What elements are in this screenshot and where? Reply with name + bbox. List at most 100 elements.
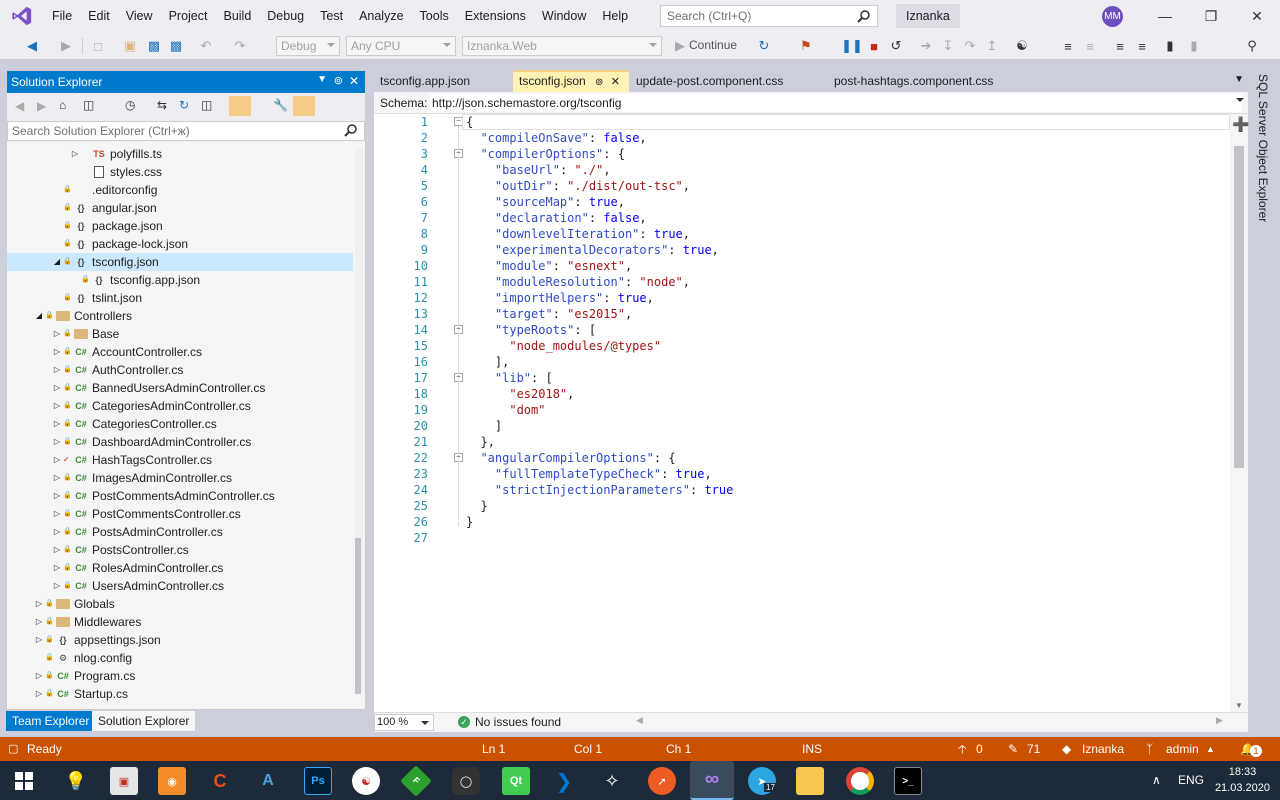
close-tab-icon[interactable]: ✕ xyxy=(611,76,620,88)
vscode-icon[interactable]: ❯ xyxy=(550,767,578,795)
expand-arrow-icon[interactable]: ▷ xyxy=(51,433,63,451)
save-icon[interactable]: ▩ xyxy=(146,38,162,54)
command-prompt-icon[interactable]: >_ xyxy=(894,767,922,795)
unpushed-commits-count[interactable]: 0 xyxy=(976,741,983,757)
pending-changes-count[interactable]: 71 xyxy=(1027,741,1040,757)
tray-expand-icon[interactable]: ∧ xyxy=(1152,773,1161,787)
terminal-app-icon[interactable]: ◯ xyxy=(452,767,480,795)
collapse-arrow-icon[interactable]: ◢ xyxy=(33,307,45,325)
new-project-icon[interactable]: □ xyxy=(90,38,106,54)
home-icon[interactable]: ⌂ xyxy=(59,98,66,112)
branch-dropdown-icon[interactable]: ▲ xyxy=(1206,741,1215,757)
bookmark-icon[interactable]: ▮ xyxy=(1162,38,1178,54)
tree-item[interactable]: ▷ 🔒 Globals xyxy=(7,595,353,613)
photoshop-icon[interactable]: Ps xyxy=(304,767,332,795)
forward-icon[interactable]: ▶ xyxy=(58,38,74,54)
tree-item[interactable]: ▷ 🔒 C# PostsController.cs xyxy=(7,541,353,559)
pin-icon[interactable]: ⊚ xyxy=(334,74,343,87)
browser-link-icon[interactable]: ⚑ xyxy=(798,38,814,54)
zoom-select[interactable]: 100 % xyxy=(374,714,434,731)
code-line[interactable]: "strictInjectionParameters": true xyxy=(466,482,733,498)
editor-scrollbar-thumb[interactable] xyxy=(1234,146,1244,468)
preview-selected-icon[interactable] xyxy=(293,96,315,116)
fold-collapse-icon[interactable]: − xyxy=(454,117,463,126)
expand-arrow-icon[interactable]: ▷ xyxy=(51,325,63,343)
tree-item[interactable]: ◢ 🔒 {} tsconfig.json xyxy=(7,253,353,271)
menu-view[interactable]: View xyxy=(118,0,161,32)
tab-update-post-component-css[interactable]: update-post.component.css xyxy=(630,70,828,92)
step-over-icon[interactable]: ↷ xyxy=(962,38,978,54)
expand-arrow-icon[interactable]: ▷ xyxy=(51,559,63,577)
expand-arrow-icon[interactable]: ▷ xyxy=(51,487,63,505)
pending-changes-icon[interactable]: ◷ xyxy=(125,98,135,112)
input-language[interactable]: ENG xyxy=(1178,773,1204,787)
solution-configuration-select[interactable]: Debug xyxy=(276,36,340,56)
file-explorer-icon[interactable] xyxy=(796,767,824,795)
visual-studio-logo-icon[interactable] xyxy=(0,0,44,32)
back-icon[interactable]: ◀ xyxy=(24,38,40,54)
code-line[interactable]: "importHelpers": true, xyxy=(466,290,654,306)
menu-extensions[interactable]: Extensions xyxy=(457,0,534,32)
expand-arrow-icon[interactable]: ▷ xyxy=(69,145,81,163)
code-line[interactable]: "baseUrl": "./", xyxy=(466,162,611,178)
redo-icon[interactable]: ↷ xyxy=(232,38,248,54)
expand-arrow-icon[interactable]: ▷ xyxy=(51,523,63,541)
expand-arrow-icon[interactable]: ▷ xyxy=(33,595,45,613)
show-all-files-icon[interactable] xyxy=(229,96,251,116)
tree-item[interactable]: ▷ 🔒 C# AccountController.cs xyxy=(7,343,353,361)
step-out-icon[interactable]: ↥ xyxy=(984,38,1000,54)
forward-icon[interactable]: ▶ xyxy=(37,99,46,113)
code-line[interactable]: "moduleResolution": "node", xyxy=(466,274,690,290)
scroll-down-icon[interactable]: ▼ xyxy=(1235,701,1243,710)
code-line[interactable]: "es2018", xyxy=(466,386,574,402)
schema-select[interactable]: http://json.schemastore.org/tsconfig xyxy=(430,94,1242,112)
tree-item[interactable]: ▷ 🔒 C# PostCommentsAdminController.cs xyxy=(7,487,353,505)
code-editor[interactable]: 1−{2 "compileOnSave": false, 3− "compiler… xyxy=(374,114,1248,712)
pin-icon[interactable]: ⊚ xyxy=(595,77,603,88)
tree-item[interactable]: 🔒 ⚙ nlog.config xyxy=(7,649,353,667)
expand-arrow-icon[interactable]: ▷ xyxy=(51,469,63,487)
output-icon[interactable]: ▢ xyxy=(8,741,18,757)
collapse-all-icon[interactable]: ◫ xyxy=(201,98,212,112)
sync-icon[interactable]: ⇆ xyxy=(157,98,167,112)
unity-icon[interactable]: ✧ xyxy=(598,767,626,795)
open-file-icon[interactable]: ▣ xyxy=(122,38,138,54)
step-into-icon[interactable]: ↧ xyxy=(940,38,956,54)
tree-item[interactable]: ◢ 🔒 Controllers xyxy=(7,307,353,325)
tab-tsconfig-json[interactable]: tsconfig.json ⊚ ✕ xyxy=(513,70,629,92)
properties-icon[interactable]: 🔧 xyxy=(273,98,288,112)
tree-item[interactable]: 🔒 {} package.json xyxy=(7,217,353,235)
issues-status[interactable]: No issues found xyxy=(475,715,561,729)
code-line[interactable]: "angularCompilerOptions": { xyxy=(466,450,675,466)
collapse-arrow-icon[interactable]: ◢ xyxy=(51,253,63,271)
tree-item[interactable]: ▷ 🔒 Middlewares xyxy=(7,613,353,631)
save-all-icon[interactable]: ▩ xyxy=(168,38,184,54)
code-line[interactable]: ] xyxy=(466,418,502,434)
code-line[interactable]: ], xyxy=(466,354,509,370)
menu-debug[interactable]: Debug xyxy=(259,0,312,32)
tree-item[interactable]: 🔒 .editorconfig xyxy=(7,181,353,199)
code-line[interactable]: "dom" xyxy=(466,402,545,418)
tree-item[interactable]: ▷ 🔒 C# RolesAdminController.cs xyxy=(7,559,353,577)
switch-views-icon[interactable]: ◫ xyxy=(83,98,94,112)
menu-test[interactable]: Test xyxy=(312,0,351,32)
menu-tools[interactable]: Tools xyxy=(412,0,457,32)
close-window-button[interactable]: ✕ xyxy=(1234,0,1280,32)
startup-project-select[interactable]: Iznanka.Web xyxy=(462,36,662,56)
comment-icon[interactable]: ≡ xyxy=(1112,38,1128,54)
windows-start-icon[interactable] xyxy=(10,767,38,795)
expand-arrow-icon[interactable]: ▷ xyxy=(51,541,63,559)
expand-arrow-icon[interactable]: ▷ xyxy=(51,505,63,523)
code-line[interactable]: }, xyxy=(466,434,494,450)
expand-arrow-icon[interactable]: ▷ xyxy=(33,685,45,703)
uncomment-icon[interactable]: ≡ xyxy=(1134,38,1150,54)
repository-name[interactable]: Iznanka xyxy=(1082,741,1124,757)
code-line[interactable]: "node_modules/@types" xyxy=(466,338,661,354)
green-app-icon[interactable]: F xyxy=(400,765,432,797)
stop-icon[interactable]: ■ xyxy=(866,38,882,54)
tool-app-icon[interactable]: ☯ xyxy=(352,767,380,795)
code-line[interactable]: "declaration": false, xyxy=(466,210,647,226)
screen-app-icon[interactable]: ▣ xyxy=(110,767,138,795)
restart-icon[interactable]: ↺ xyxy=(888,38,904,54)
expand-arrow-icon[interactable]: ▷ xyxy=(33,667,45,685)
